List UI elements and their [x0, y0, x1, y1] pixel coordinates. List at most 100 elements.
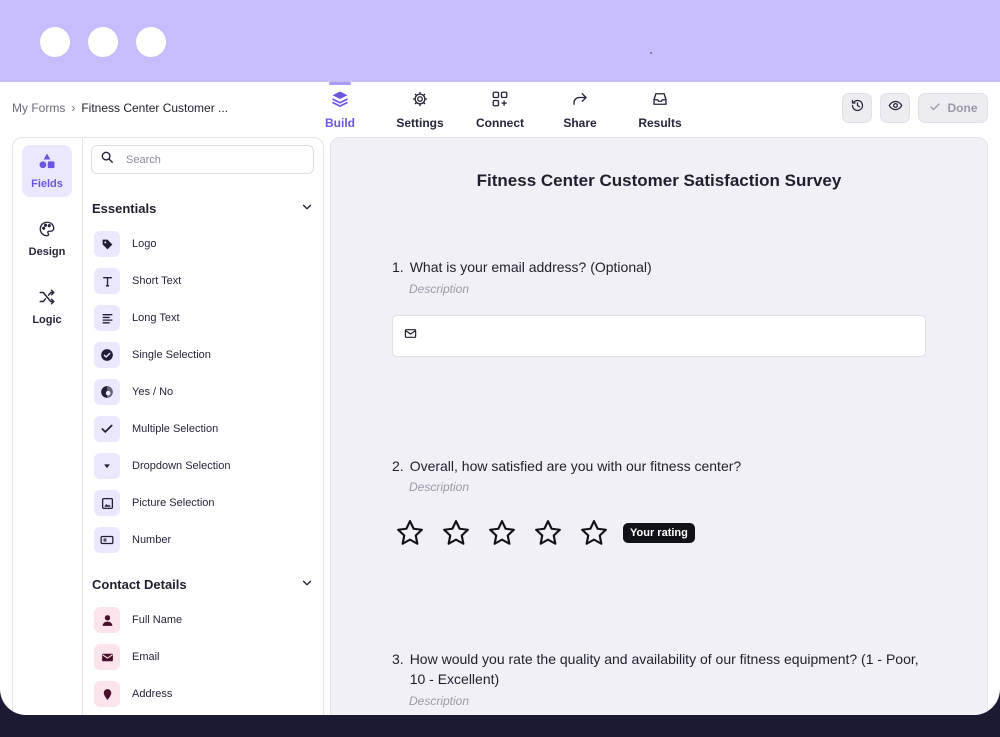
check-icon	[929, 101, 941, 116]
tab-label: Connect	[476, 116, 524, 130]
question-number: 1.	[392, 259, 404, 275]
question-2[interactable]: 2. Overall, how satisfied are you with o…	[392, 456, 741, 476]
field-item-label: Yes / No	[132, 386, 174, 398]
envelope-icon	[404, 327, 417, 345]
tab-build[interactable]: Build	[300, 82, 380, 130]
rail-item-logic[interactable]: Logic	[22, 281, 72, 333]
form-title[interactable]: Fitness Center Customer Satisfaction Sur…	[331, 171, 987, 191]
search-box[interactable]	[91, 145, 314, 174]
field-item-label: Dropdown Selection	[132, 460, 231, 472]
apps-plus-icon	[491, 90, 509, 113]
breadcrumb: My Forms › Fitness Center Customer ...	[12, 101, 228, 115]
image-icon	[94, 490, 120, 516]
field-item-yes-no[interactable]: Yes / No	[94, 379, 173, 405]
chevron-down-icon	[300, 576, 314, 593]
left-rail: Fields Design Logic	[12, 137, 82, 715]
caret-down-icon	[94, 453, 120, 479]
preview-button[interactable]	[880, 93, 910, 123]
tab-share[interactable]: Share	[540, 90, 620, 130]
field-item-label: Full Name	[132, 614, 183, 626]
form-canvas: Fitness Center Customer Satisfaction Sur…	[330, 137, 988, 715]
breadcrumb-separator: ›	[71, 101, 76, 115]
question-text: What is your email address? (Optional)	[409, 259, 652, 275]
field-item-single-selection[interactable]: Single Selection	[94, 342, 211, 368]
inbox-icon	[651, 90, 669, 113]
email-field[interactable]	[392, 315, 926, 357]
history-icon	[850, 98, 865, 118]
decorative-speck	[650, 52, 652, 54]
rail-label: Design	[28, 246, 66, 258]
question-1[interactable]: 1. What is your email address? (Optional…	[392, 257, 652, 277]
check-circle-icon	[94, 342, 120, 368]
field-item-label: Email	[132, 651, 160, 663]
field-item-dropdown-selection[interactable]: Dropdown Selection	[94, 453, 230, 479]
active-tab-indicator	[329, 82, 351, 85]
field-item-label: Single Selection	[132, 349, 211, 361]
layers-icon	[331, 90, 349, 113]
field-item-multiple-selection[interactable]: Multiple Selection	[94, 416, 218, 442]
question-description[interactable]: Description	[409, 282, 469, 296]
rail-item-design[interactable]: Design	[22, 213, 72, 265]
done-button[interactable]: Done	[918, 93, 988, 123]
section-essentials-header[interactable]: Essentials	[92, 200, 314, 217]
field-item-label: Short Text	[132, 275, 182, 287]
fields-panel: Essentials Logo Short Text Long Text Sin…	[82, 137, 324, 715]
history-button[interactable]	[842, 93, 872, 123]
question-text-line: How would you rate the quality and avail…	[409, 651, 919, 667]
field-item-label: Number	[132, 534, 172, 546]
tab-results[interactable]: Results	[620, 90, 700, 130]
search-input[interactable]	[126, 153, 296, 166]
tab-label: Results	[638, 116, 682, 130]
question-3[interactable]: 3. How would you rate the quality and av…	[392, 649, 919, 689]
tag-icon	[94, 231, 120, 257]
map-pin-icon	[94, 681, 120, 707]
field-item-email[interactable]: Email	[94, 644, 160, 670]
number-field-icon	[94, 527, 120, 553]
field-item-logo[interactable]: Logo	[94, 231, 156, 257]
search-icon	[100, 150, 114, 169]
field-item-address[interactable]: Address	[94, 681, 172, 707]
field-item-label: Picture Selection	[132, 497, 215, 509]
chevron-down-icon	[300, 200, 314, 217]
rating-badge: Your rating	[623, 523, 695, 543]
palette-icon	[38, 220, 56, 241]
field-item-short-text[interactable]: Short Text	[94, 268, 181, 294]
star-rating: Your rating	[395, 518, 695, 548]
question-description[interactable]: Description	[409, 480, 469, 494]
question-text: Overall, how satisfied are you with our …	[409, 458, 742, 474]
share-arrow-icon	[571, 90, 589, 113]
star-icon[interactable]	[487, 518, 517, 548]
field-item-number[interactable]: Number	[94, 527, 171, 553]
field-item-picture-selection[interactable]: Picture Selection	[94, 490, 215, 516]
tab-settings[interactable]: Settings	[380, 90, 460, 130]
question-text: How would you rate the quality and avail…	[410, 649, 919, 689]
field-item-long-text[interactable]: Long Text	[94, 305, 180, 331]
section-contact-details-header[interactable]: Contact Details	[92, 576, 314, 593]
field-item-label: Address	[132, 688, 173, 700]
section-title: Contact Details	[92, 577, 187, 592]
section-title: Essentials	[92, 201, 157, 216]
star-icon[interactable]	[441, 518, 471, 548]
person-icon	[94, 607, 120, 633]
question-number: 3.	[392, 651, 404, 667]
field-item-full-name[interactable]: Full Name	[94, 607, 182, 633]
tab-connect[interactable]: Connect	[460, 90, 540, 130]
tab-label: Build	[325, 116, 355, 130]
window-dot	[88, 27, 118, 57]
check-icon	[94, 416, 120, 442]
done-label: Done	[947, 101, 978, 115]
text-t-icon	[94, 268, 120, 294]
question-text-line: 10 - Excellent)	[409, 671, 500, 687]
star-icon[interactable]	[579, 518, 609, 548]
star-icon[interactable]	[533, 518, 563, 548]
breadcrumb-root-link[interactable]: My Forms	[12, 101, 65, 115]
paragraph-icon	[94, 305, 120, 331]
star-icon[interactable]	[395, 518, 425, 548]
rail-item-fields[interactable]: Fields	[22, 145, 72, 197]
field-item-label: Multiple Selection	[132, 423, 219, 435]
yes-no-icon	[94, 379, 120, 405]
tab-label: Settings	[396, 116, 444, 130]
window-dot	[40, 27, 70, 57]
field-item-label: Logo	[132, 238, 157, 250]
question-description[interactable]: Description	[409, 694, 469, 708]
